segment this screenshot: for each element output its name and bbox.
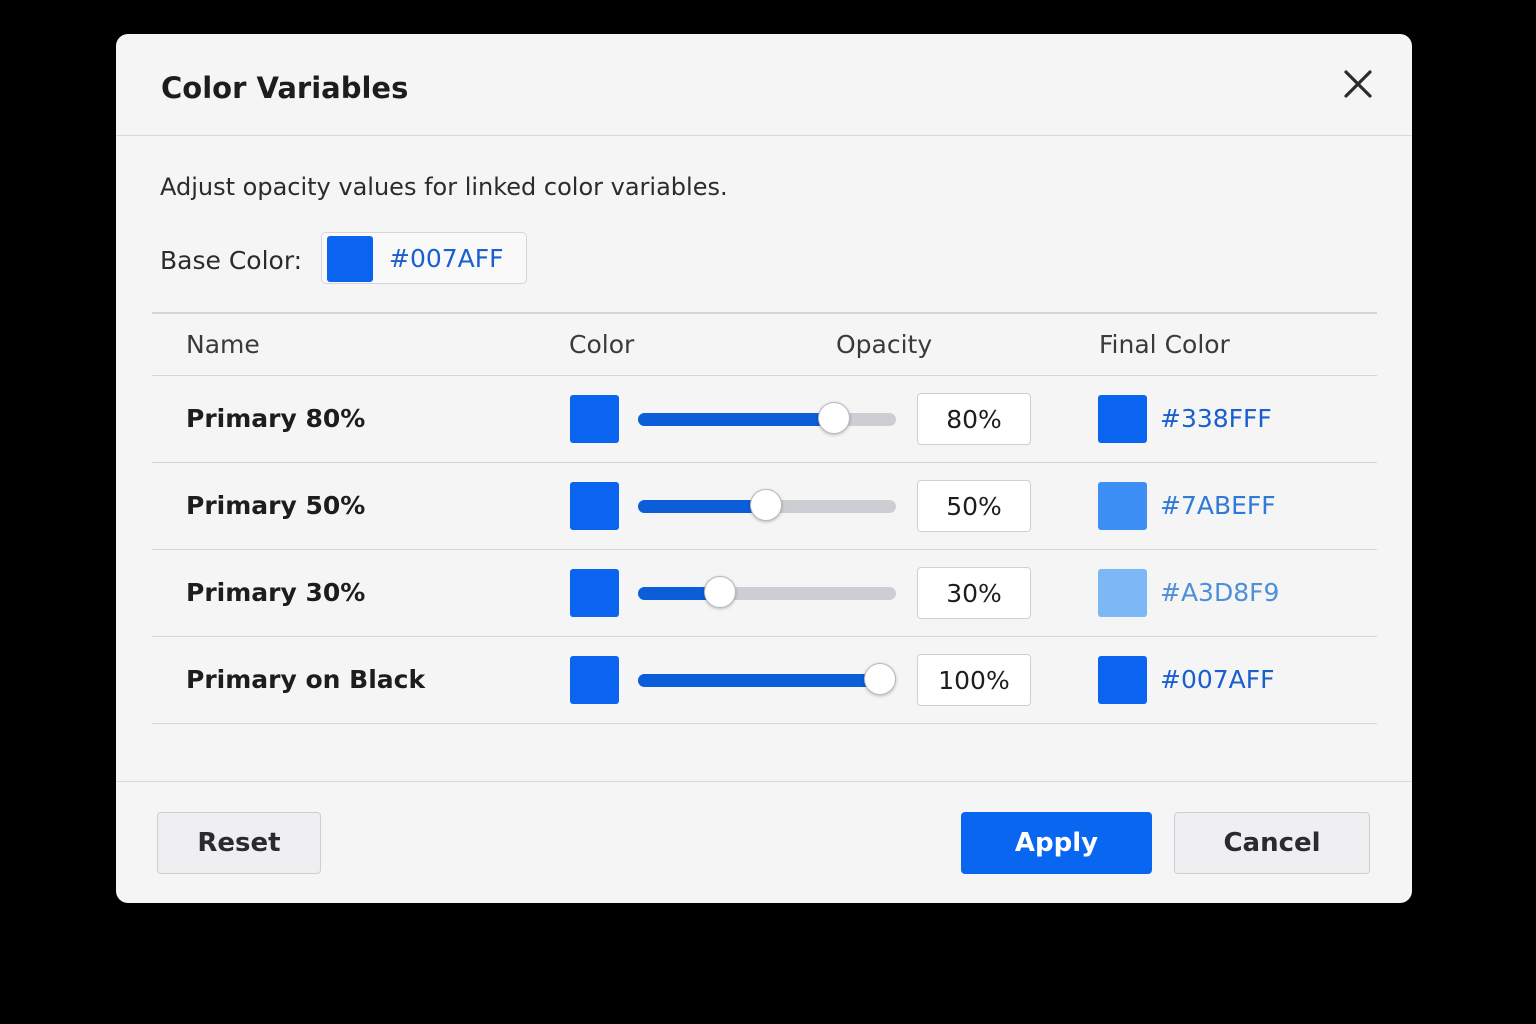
base-color-hex: #007AFF bbox=[389, 244, 504, 273]
dialog-footer: Reset Apply Cancel bbox=[116, 781, 1412, 903]
slider-thumb[interactable] bbox=[864, 663, 896, 695]
dialog-header: Color Variables bbox=[116, 34, 1412, 136]
final-color-hex: #7ABEFF bbox=[1160, 491, 1276, 520]
slider-track bbox=[638, 413, 896, 426]
slider-track bbox=[638, 587, 896, 600]
apply-button[interactable]: Apply bbox=[961, 812, 1152, 874]
final-color-swatch bbox=[1098, 656, 1147, 704]
opacity-slider[interactable] bbox=[638, 394, 898, 444]
header-final-color: Final Color bbox=[1099, 330, 1230, 359]
slider-thumb[interactable] bbox=[750, 489, 782, 521]
final-color-swatch bbox=[1098, 569, 1147, 617]
reset-button[interactable]: Reset bbox=[157, 812, 321, 874]
base-color-picker[interactable]: #007AFF bbox=[321, 232, 527, 284]
variable-color-swatch[interactable] bbox=[570, 656, 619, 704]
table-row: Primary 30% #A3D8F9 bbox=[152, 550, 1377, 637]
slider-track bbox=[638, 674, 896, 687]
variable-color-swatch[interactable] bbox=[570, 395, 619, 443]
header-name: Name bbox=[186, 330, 260, 359]
table-row: Primary 50% #7ABEFF bbox=[152, 463, 1377, 550]
close-icon bbox=[1344, 70, 1372, 98]
final-color-hex: #A3D8F9 bbox=[1160, 578, 1280, 607]
final-color-hex: #338FFF bbox=[1160, 404, 1272, 433]
opacity-slider[interactable] bbox=[638, 481, 898, 531]
variable-name: Primary 50% bbox=[186, 491, 366, 520]
color-variables-dialog: Color Variables Adjust opacity values fo… bbox=[116, 34, 1412, 903]
base-color-swatch[interactable] bbox=[327, 236, 373, 282]
opacity-input[interactable] bbox=[917, 480, 1031, 532]
opacity-input[interactable] bbox=[917, 654, 1031, 706]
slider-fill bbox=[638, 500, 766, 513]
variable-color-swatch[interactable] bbox=[570, 569, 619, 617]
opacity-input[interactable] bbox=[917, 393, 1031, 445]
close-button[interactable] bbox=[1338, 64, 1378, 104]
table-header: Name Color Opacity Final Color bbox=[152, 312, 1377, 376]
opacity-input[interactable] bbox=[917, 567, 1031, 619]
table-row: Primary on Black #007AFF bbox=[152, 637, 1377, 724]
slider-thumb[interactable] bbox=[704, 576, 737, 608]
slider-fill bbox=[638, 413, 835, 426]
slider-thumb[interactable] bbox=[818, 402, 851, 434]
final-color-hex: #007AFF bbox=[1160, 665, 1275, 694]
slider-fill bbox=[638, 674, 880, 687]
variable-name: Primary on Black bbox=[186, 665, 426, 694]
variable-color-swatch[interactable] bbox=[570, 482, 619, 530]
dialog-title: Color Variables bbox=[161, 71, 409, 105]
header-color: Color bbox=[569, 330, 635, 359]
final-color-swatch bbox=[1098, 395, 1147, 443]
opacity-slider[interactable] bbox=[638, 655, 898, 705]
header-opacity: Opacity bbox=[836, 330, 933, 359]
color-variables-table: Name Color Opacity Final Color Primary 8… bbox=[152, 312, 1377, 724]
variable-name: Primary 30% bbox=[186, 578, 366, 607]
table-row: Primary 80% #338FFF bbox=[152, 376, 1377, 463]
base-color-label: Base Color: bbox=[160, 246, 303, 275]
variable-name: Primary 80% bbox=[186, 404, 366, 433]
opacity-slider[interactable] bbox=[638, 568, 898, 618]
final-color-swatch bbox=[1098, 482, 1147, 530]
dialog-description: Adjust opacity values for linked color v… bbox=[160, 173, 728, 201]
cancel-button[interactable]: Cancel bbox=[1174, 812, 1370, 874]
